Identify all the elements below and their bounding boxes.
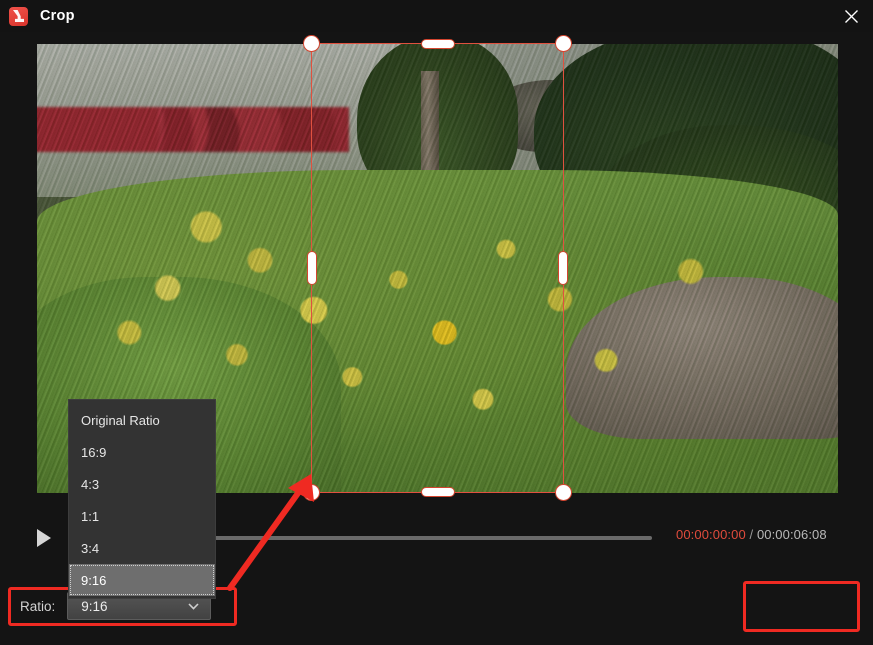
ratio-selected-value: 9:16 bbox=[81, 598, 108, 614]
ratio-label: Ratio: bbox=[20, 598, 56, 614]
play-icon[interactable] bbox=[31, 525, 57, 551]
title-bar: Crop bbox=[0, 0, 873, 32]
dropdown-item-16-9[interactable]: 16:9 bbox=[69, 436, 215, 468]
total-time: 00:00:06:08 bbox=[756, 527, 827, 542]
dropdown-item-3-4[interactable]: 3:4 bbox=[69, 532, 215, 564]
time-display: 00:00:00:00 / 00:00:06:08 bbox=[676, 527, 827, 542]
close-icon[interactable] bbox=[829, 0, 873, 32]
current-time: 00:00:00:00 bbox=[676, 527, 746, 542]
app-logo-icon bbox=[9, 6, 28, 26]
dropdown-item-9-16[interactable]: 9:16 bbox=[69, 564, 215, 596]
dropdown-item-4-3[interactable]: 4:3 bbox=[69, 468, 215, 500]
dropdown-item-1-1[interactable]: 1:1 bbox=[69, 500, 215, 532]
dropdown-item-original-ratio[interactable]: Original Ratio bbox=[69, 404, 215, 436]
ratio-dropdown-menu[interactable]: Original Ratio 16:9 4:3 1:1 3:4 9:16 bbox=[68, 399, 216, 599]
page-title: Crop bbox=[40, 8, 75, 24]
chevron-down-icon bbox=[188, 603, 199, 610]
time-separator: / bbox=[749, 527, 754, 542]
crop-dialog: Crop 00:00:00:00 / 00:00:06:08 Ratio: 9:… bbox=[0, 0, 873, 645]
